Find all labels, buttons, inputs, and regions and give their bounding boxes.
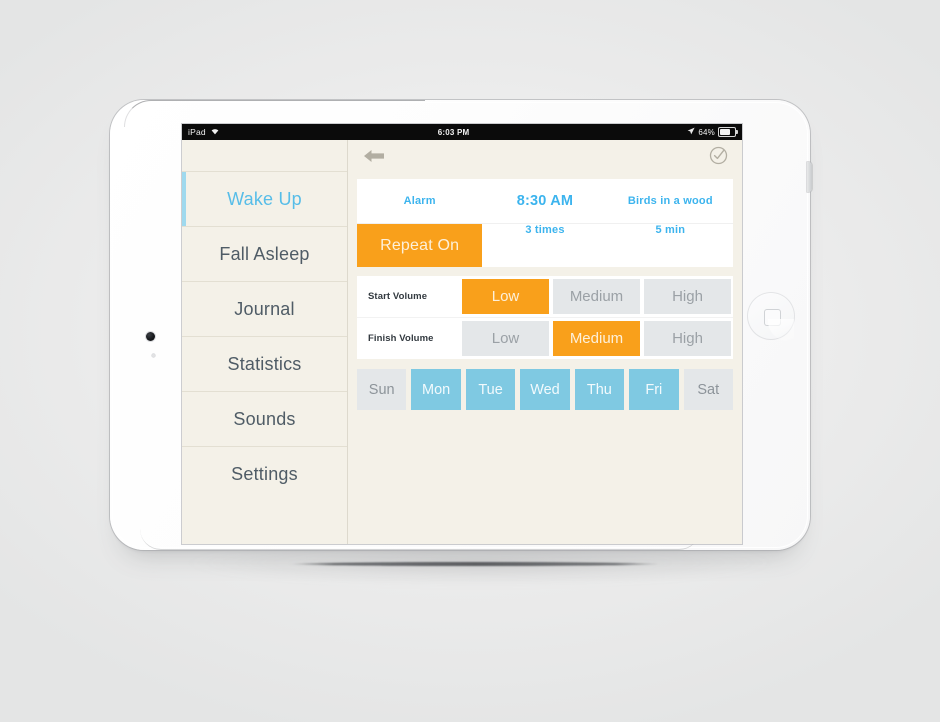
power-button[interactable] [807, 162, 812, 192]
sidebar: Wake Up Fall Asleep Journal Statistics S… [182, 140, 348, 544]
repeat-toggle-button[interactable]: Repeat On [357, 224, 483, 267]
sidebar-item-label: Wake Up [227, 188, 302, 209]
day-toggle-wed[interactable]: Wed [520, 369, 570, 410]
check-circle-icon[interactable] [709, 146, 728, 165]
start-volume-option-high[interactable]: High [644, 279, 731, 314]
alarm-summary-row: Alarm 8:30 AM Birds in a wood [357, 179, 733, 224]
sidebar-item-label: Fall Asleep [219, 243, 310, 264]
day-toggle-mon[interactable]: Mon [411, 369, 461, 410]
carrier-label: iPad [188, 127, 206, 137]
device-contact-shadow [290, 562, 660, 566]
sidebar-filler [182, 501, 347, 544]
content-area: Alarm 8:30 AM Birds in a wood Repeat On … [348, 140, 742, 544]
location-arrow-icon [687, 127, 695, 137]
finish-volume-option-low[interactable]: Low [462, 321, 549, 356]
sidebar-item-label: Sounds [233, 408, 296, 429]
status-bar: iPad 6:03 PM 64% [182, 124, 742, 140]
status-bar-left: iPad [188, 127, 220, 137]
battery-icon [718, 127, 738, 137]
alarm-panel: Alarm 8:30 AM Birds in a wood Repeat On … [357, 179, 733, 267]
start-volume-row: Start Volume Low Medium High [357, 276, 733, 317]
app-root: Wake Up Fall Asleep Journal Statistics S… [182, 140, 742, 544]
sidebar-item-label: Journal [234, 298, 295, 319]
finish-volume-row: Finish Volume Low Medium High [357, 317, 733, 359]
wifi-icon [210, 127, 220, 137]
finish-volume-option-medium[interactable]: Medium [553, 321, 640, 356]
day-toggle-fri[interactable]: Fri [629, 369, 679, 410]
battery-fill [720, 129, 730, 135]
microphone-icon [151, 354, 155, 357]
repeat-row: Repeat On 3 times 5 min [357, 224, 733, 267]
alarm-label[interactable]: Alarm [357, 195, 482, 207]
status-bar-time: 6:03 PM [437, 127, 470, 137]
finish-volume-label: Finish Volume [368, 333, 434, 344]
status-bar-right: 64% [687, 127, 738, 137]
sidebar-item-settings[interactable]: Settings [182, 447, 347, 501]
finish-volume-option-high[interactable]: High [644, 321, 731, 356]
alarm-sound[interactable]: Birds in a wood [608, 195, 733, 207]
repeat-interval-value[interactable]: 5 min [608, 224, 733, 267]
ipad-device: iPad 6:03 PM 64% Wake Up Fall Asleep Jou… [110, 100, 812, 550]
device-screen: iPad 6:03 PM 64% Wake Up Fall Asleep Jou… [182, 124, 742, 544]
day-toggle-tue[interactable]: Tue [465, 369, 516, 410]
alarm-time[interactable]: 8:30 AM [482, 193, 607, 209]
repeat-times-value[interactable]: 3 times [482, 224, 607, 267]
day-toggle-thu[interactable]: Thu [574, 369, 625, 410]
volume-panel: Start Volume Low Medium High Finish Volu… [357, 276, 733, 359]
toolbar [348, 140, 742, 171]
sidebar-top-spacer [182, 140, 347, 172]
sidebar-item-label: Statistics [227, 353, 302, 374]
sidebar-item-statistics[interactable]: Statistics [182, 337, 347, 392]
home-button[interactable] [747, 292, 795, 341]
home-square-icon [763, 308, 781, 326]
sidebar-item-wake-up[interactable]: Wake Up [182, 172, 347, 227]
start-volume-option-low[interactable]: Low [462, 279, 549, 314]
sidebar-item-fall-asleep[interactable]: Fall Asleep [182, 227, 347, 282]
front-camera-icon [146, 332, 155, 341]
sidebar-item-sounds[interactable]: Sounds [182, 392, 347, 447]
day-toggle-sat[interactable]: Sat [683, 369, 733, 410]
sidebar-item-label: Settings [231, 463, 298, 484]
sidebar-item-journal[interactable]: Journal [182, 282, 347, 337]
days-of-week-selector: Sun Mon Tue Wed Thu Fri Sat [357, 369, 733, 410]
start-volume-label: Start Volume [368, 291, 428, 302]
day-toggle-sun[interactable]: Sun [357, 369, 407, 410]
start-volume-option-medium[interactable]: Medium [553, 279, 640, 314]
device-top-rim [124, 100, 425, 127]
back-arrow-icon[interactable] [362, 148, 386, 164]
battery-percent-label: 64% [698, 127, 715, 137]
content-filler [348, 410, 742, 544]
